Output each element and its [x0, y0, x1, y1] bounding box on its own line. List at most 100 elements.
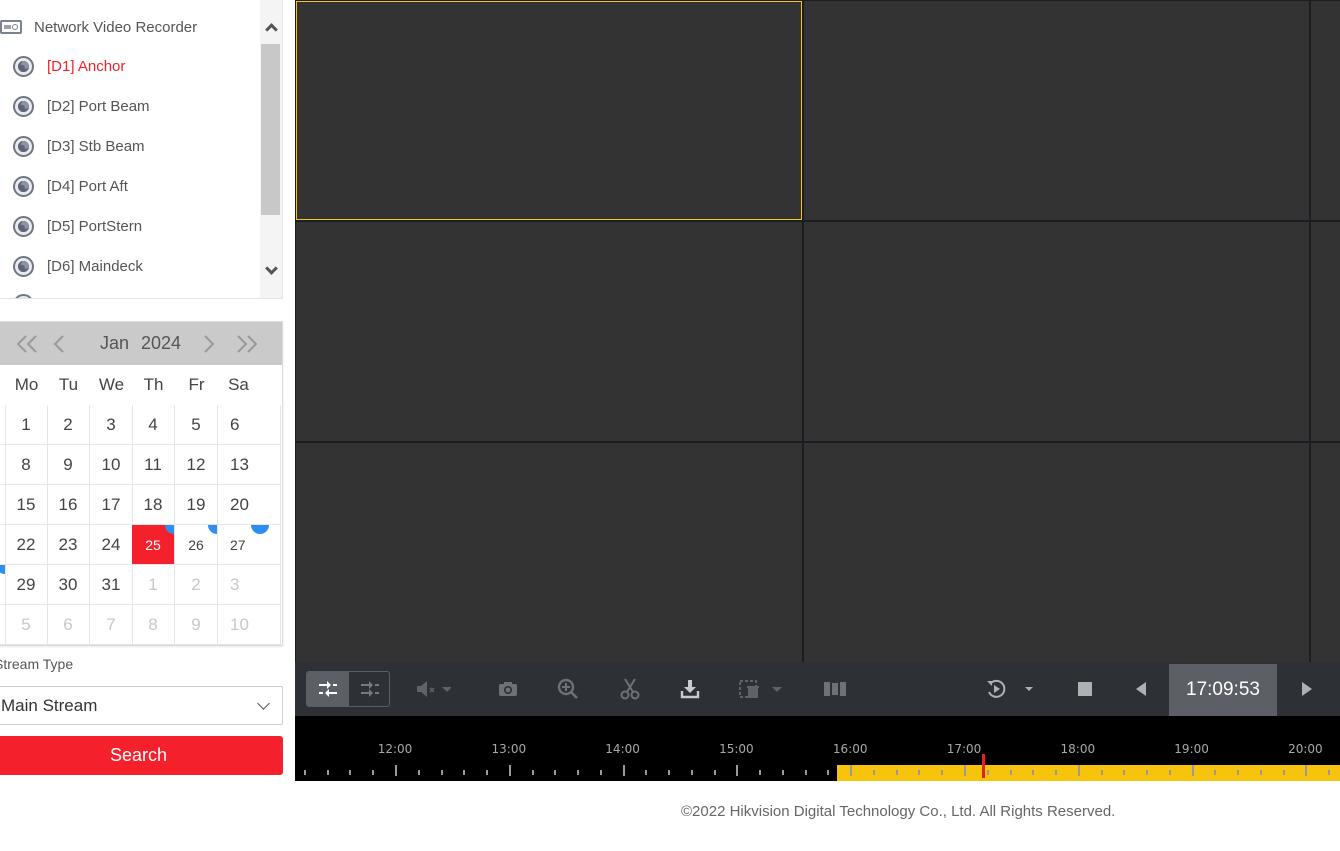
sync-playback-button[interactable] [307, 672, 349, 706]
timeline-minor-tick [690, 770, 693, 775]
chevron-down-icon [264, 262, 278, 275]
calendar-day[interactable]: 6 [217, 405, 281, 445]
channel-item[interactable]: [D2] Port Beam [13, 93, 150, 119]
calendar-day[interactable]: 22 [5, 525, 48, 565]
calendar-year[interactable]: 2024 [141, 333, 181, 354]
calendar-day[interactable]: 10 [217, 605, 281, 645]
calendar-day[interactable]: 1 [132, 565, 175, 605]
video-window-6[interactable] [1311, 222, 1340, 441]
download-button[interactable] [675, 662, 705, 716]
timeline-minor-tick [577, 770, 580, 775]
tree-root-nvr[interactable]: Network Video Recorder [0, 14, 197, 40]
calendar-day[interactable]: 3 [90, 405, 133, 445]
calendar-day[interactable]: 19 [175, 485, 218, 525]
calendar-day[interactable]: 29 [5, 565, 48, 605]
tree-scrollbar-thumb[interactable] [261, 44, 280, 215]
calendar-day[interactable]: 15 [5, 485, 48, 525]
day-number: 1 [21, 414, 31, 434]
next-month-button[interactable] [197, 322, 221, 365]
scroll-up-button[interactable] [260, 14, 282, 40]
calendar-day[interactable]: 10 [90, 445, 133, 485]
video-window-3[interactable] [1311, 1, 1340, 220]
video-window-5[interactable] [804, 222, 1309, 441]
scissors-icon [620, 678, 640, 700]
day-number: 23 [58, 534, 78, 554]
calendar-day[interactable]: 30 [47, 565, 90, 605]
timeline-minor-tick [1168, 770, 1171, 775]
calendar-day[interactable]: 2 [47, 405, 90, 445]
calendar-day[interactable]: 5 [5, 605, 48, 645]
calendar-day[interactable]: 4 [132, 405, 175, 445]
calendar-day[interactable]: 3 [217, 565, 281, 605]
search-button[interactable]: Search [0, 736, 283, 775]
calendar-day[interactable]: 6 [47, 605, 90, 645]
clip-button[interactable] [615, 662, 645, 716]
calendar-day[interactable]: 24 [90, 525, 133, 565]
calendar-day[interactable]: 5 [175, 405, 218, 445]
calendar-day[interactable]: 12 [175, 445, 218, 485]
calendar-day[interactable]: 17 [90, 485, 133, 525]
timeline[interactable]: 12:00 13:00 14:00 15:00 16:00 17:00 18:00 19:00… [295, 716, 1340, 781]
slow-forward-button[interactable] [1126, 662, 1156, 716]
window-layout-button[interactable] [820, 662, 850, 716]
calendar-day[interactable]: 13 [217, 445, 281, 485]
fast-forward-button[interactable] [1292, 662, 1322, 716]
video-window-1[interactable] [296, 1, 802, 220]
video-window-7[interactable] [296, 443, 802, 662]
stream-type-select[interactable]: Main Stream [0, 686, 283, 725]
delete-region-button[interactable] [735, 662, 787, 716]
calendar-day[interactable]: 1 [5, 405, 48, 445]
capture-button[interactable] [493, 662, 523, 716]
video-window-2[interactable] [804, 1, 1309, 220]
calendar-day[interactable]: 20 [217, 485, 281, 525]
video-window-4[interactable] [296, 222, 802, 441]
calendar-day[interactable]: 26 [175, 525, 218, 565]
calendar-day[interactable]: 16 [47, 485, 90, 525]
calendar-day[interactable]: 9 [175, 605, 218, 645]
weekday-header: Sa [228, 375, 249, 394]
channel-item[interactable]: [D4] Port Aft [13, 173, 128, 199]
zoom-in-icon [557, 678, 578, 699]
recording-marker [251, 525, 269, 534]
calendar-day[interactable]: 11 [132, 445, 175, 485]
timeline-minor-tick [599, 770, 602, 775]
timeline-minor-tick [1100, 770, 1103, 775]
channel-item[interactable]: [D5] PortStern [13, 213, 142, 239]
calendar-day[interactable]: 27 [217, 525, 281, 565]
video-window-9[interactable] [1311, 443, 1340, 662]
channel-item[interactable]: [D3] Stb Beam [13, 133, 145, 159]
channel-item[interactable]: [D6] Maindeck [13, 253, 143, 279]
timeline-cursor[interactable] [981, 754, 985, 778]
current-time-display: 17:09:53 [1169, 664, 1277, 716]
digital-zoom-button[interactable] [553, 662, 583, 716]
calendar-header: Jan 2024 [0, 322, 282, 365]
channel-item-partial[interactable] [13, 291, 34, 298]
calendar-month[interactable]: Jan [100, 333, 129, 354]
calendar-day[interactable]: 18 [132, 485, 175, 525]
async-playback-button[interactable] [349, 672, 389, 706]
timeline-minor-tick [918, 770, 921, 775]
camera-icon [13, 95, 34, 117]
calendar-day[interactable]: 7 [90, 605, 133, 645]
calendar-day[interactable]: 8 [132, 605, 175, 645]
next-year-button[interactable] [227, 322, 267, 365]
video-window-8[interactable] [804, 443, 1309, 662]
timeline-recording-segment [836, 765, 1340, 781]
day-number: 11 [144, 454, 162, 474]
timeline-minor-tick [895, 770, 898, 775]
audio-button[interactable] [407, 662, 459, 716]
calendar-day-selected[interactable]: 25 [132, 525, 175, 565]
timeline-minor-tick [713, 770, 716, 775]
reverse-playback-button[interactable] [981, 662, 1041, 716]
timeline-minor-tick [1146, 770, 1149, 775]
calendar-day[interactable]: 31 [90, 565, 133, 605]
timeline-minor-tick [872, 770, 875, 775]
calendar-day[interactable]: 2 [175, 565, 218, 605]
scroll-down-button[interactable] [260, 258, 282, 284]
calendar-day[interactable]: 8 [5, 445, 48, 485]
chevron-right-icon [204, 334, 215, 353]
calendar-day[interactable]: 23 [47, 525, 90, 565]
calendar-day[interactable]: 9 [47, 445, 90, 485]
channel-item[interactable]: [D1] Anchor [13, 53, 125, 79]
stop-button[interactable] [1070, 662, 1100, 716]
